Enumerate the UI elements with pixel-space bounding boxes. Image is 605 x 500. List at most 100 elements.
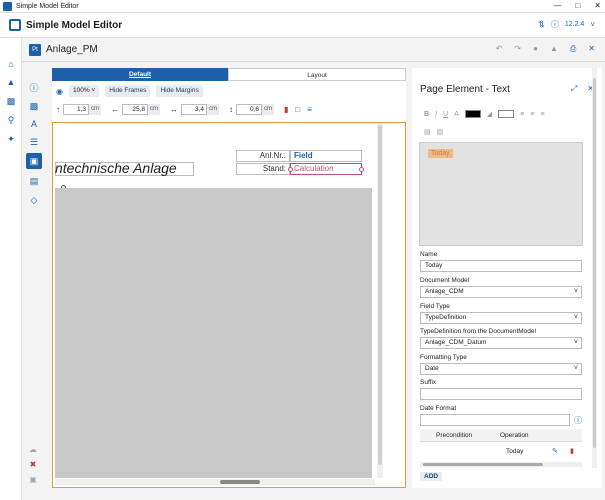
field-type-select[interactable]: TypeDefinition ˅ (420, 312, 582, 324)
status-icon[interactable]: ● (533, 44, 538, 54)
top-unit: cm (89, 103, 101, 115)
tab-layout[interactable]: Layout (228, 68, 406, 81)
page-header-area: ntechnische Anlage Anl.Nr.: Field Stand:… (55, 136, 372, 190)
format-icon[interactable]: ≡ (307, 105, 312, 114)
anl-field[interactable]: Field (290, 150, 362, 162)
stand-calculation[interactable]: Calculation (290, 163, 362, 175)
format-toolbar-2: ▤ ▤ (424, 128, 443, 136)
tree-icon[interactable]: ◉ (56, 87, 63, 96)
undo-icon[interactable]: ↶ (496, 44, 503, 54)
chevron-down-icon: ˅ (573, 288, 578, 295)
delete-row-icon[interactable]: ▮ (570, 447, 574, 455)
left-input[interactable]: 25,8 (122, 103, 148, 115)
warning-icon[interactable]: ▲ (550, 44, 558, 54)
page-body-area (55, 188, 372, 478)
height-input[interactable]: 0,6 (236, 103, 262, 115)
hide-frames-button[interactable]: Hide Frames (105, 85, 151, 97)
date-format-info-icon[interactable]: ⓘ (574, 415, 582, 426)
field-type-value: TypeDefinition (425, 314, 467, 321)
connector-tool-icon[interactable]: ◇ (26, 192, 42, 208)
app-title: Simple Model Editor (26, 19, 123, 31)
document-model-select[interactable]: Anlage_CDM ˅ (420, 286, 582, 298)
typedef-label: TypeDefinition from the DocumentModel (420, 328, 536, 335)
resize-handle-right[interactable] (359, 167, 364, 172)
suffix-input[interactable] (420, 388, 582, 400)
fill-color-icon[interactable]: ◢ (487, 110, 492, 118)
copy-icon[interactable]: □ (295, 105, 300, 114)
table-row[interactable]: Today ✎ ▮ (420, 444, 582, 458)
hierarchy-icon[interactable]: ▩ (5, 95, 17, 107)
expand-icon[interactable]: ⤢ (571, 84, 577, 94)
chevron-down-icon: ˅ (573, 339, 578, 346)
page-canvas[interactable]: ntechnische Anlage Anl.Nr.: Field Stand:… (52, 122, 406, 488)
layout-a-icon[interactable]: ▤ (424, 128, 431, 136)
align-left-icon[interactable]: ≡ (520, 111, 524, 118)
layout-b-icon[interactable]: ▤ (437, 128, 444, 136)
info-icon[interactable]: ⓘ (551, 19, 559, 30)
home-icon[interactable]: ⌂ (5, 58, 17, 70)
delete-icon[interactable]: ▮ (284, 105, 288, 114)
canvas-horizontal-scrollbar[interactable] (55, 479, 375, 485)
align-center-icon[interactable]: ≡ (530, 111, 534, 118)
sync-icon[interactable]: ⇅ (538, 20, 545, 29)
print-icon[interactable]: ⎙ (570, 44, 576, 54)
document-type-badge: Pt (29, 43, 41, 56)
hide-margins-button[interactable]: Hide Margins (156, 85, 203, 97)
add-button[interactable]: ADD (420, 472, 443, 481)
cloud-icon[interactable]: ☁ (28, 445, 38, 455)
resize-handle-left[interactable] (288, 167, 293, 172)
chevron-down-icon[interactable]: ˅ (590, 20, 595, 29)
app-header: Simple Model Editor ⇅ ⓘ 12.2.4 ˅ (0, 13, 605, 38)
field-type-label: Field Type (420, 303, 450, 310)
table-scrollbar[interactable] (420, 462, 582, 467)
formatting-type-select[interactable]: Date ˅ (420, 363, 582, 375)
date-format-input[interactable] (420, 414, 570, 426)
search-icon[interactable]: ⚲ (5, 114, 17, 126)
document-title: Anlage_PM (46, 44, 98, 55)
underline-icon[interactable]: U (443, 111, 448, 118)
width-icon: ↔ (170, 104, 178, 114)
width-input[interactable]: 3,4 (181, 103, 207, 115)
height-icon: ↕ (229, 104, 233, 114)
align-right-icon[interactable]: ≡ (540, 111, 544, 118)
list-tool-icon[interactable]: ☰ (26, 134, 42, 150)
tab-default[interactable]: Default (52, 68, 228, 81)
image-tool-icon[interactable]: ▤ (26, 173, 42, 189)
minimize-icon[interactable]: — (553, 1, 561, 10)
italic-icon[interactable]: I (435, 111, 437, 118)
stand-label[interactable]: Stand: (236, 163, 290, 175)
format-toolbar: B I U A ◢ ≡ ≡ ≡ (424, 110, 544, 118)
text-color-icon[interactable]: A (454, 111, 459, 118)
font-tool-icon[interactable]: A (26, 116, 42, 132)
dimension-toolbar: ↑ 1,3 cm ← 25,8 cm ↔ 3,4 cm ↕ 0,6 cm ▮ □… (52, 102, 406, 116)
info-tool-icon[interactable]: ⓘ (26, 80, 42, 96)
preview-tag: Today (428, 149, 453, 158)
close-document-icon[interactable]: ✕ (588, 44, 595, 54)
panel-scrollbar[interactable] (592, 68, 597, 468)
formatting-type-label: Formatting Type (420, 354, 467, 361)
conditions-table: Precondition Operation Today ✎ ▮ (420, 429, 582, 463)
zoom-select[interactable]: 100% ˅ (68, 85, 100, 97)
redo-icon[interactable]: ↷ (514, 44, 521, 54)
page-editor: Default Layout ◉ 100% ˅ Hide Frames Hide… (52, 68, 406, 488)
name-input[interactable]: Today (420, 260, 582, 272)
navigate-icon[interactable]: ▲ (5, 76, 17, 88)
anl-label[interactable]: Anl.Nr.: (236, 150, 290, 162)
formatting-type-value: Date (425, 365, 439, 372)
save-icon[interactable]: ▣ (28, 475, 38, 485)
fill-color-swatch[interactable] (498, 110, 515, 118)
document-model-label: Document Model (420, 277, 470, 284)
canvas-vertical-scrollbar[interactable] (377, 123, 383, 478)
close-window-icon[interactable]: ✕ (594, 1, 601, 10)
error-icon[interactable]: ✖ (28, 460, 38, 470)
typedef-select[interactable]: Anlage_CDM_Datum ˅ (420, 337, 582, 349)
maximize-icon[interactable]: □ (575, 1, 580, 10)
page-layout-tool-icon[interactable]: ▣ (26, 153, 42, 169)
puzzle-icon[interactable]: ✦ (5, 133, 17, 145)
bold-icon[interactable]: B (424, 111, 429, 118)
top-input[interactable]: 1,3 (63, 103, 89, 115)
properties-panel: Page Element - Text ⤢ ✕ B I U A ◢ ≡ ≡ ≡ … (412, 68, 602, 488)
text-color-swatch[interactable] (464, 110, 481, 118)
edit-icon[interactable]: ✎ (552, 447, 558, 455)
tree-tool-icon[interactable]: ▩ (26, 98, 42, 114)
